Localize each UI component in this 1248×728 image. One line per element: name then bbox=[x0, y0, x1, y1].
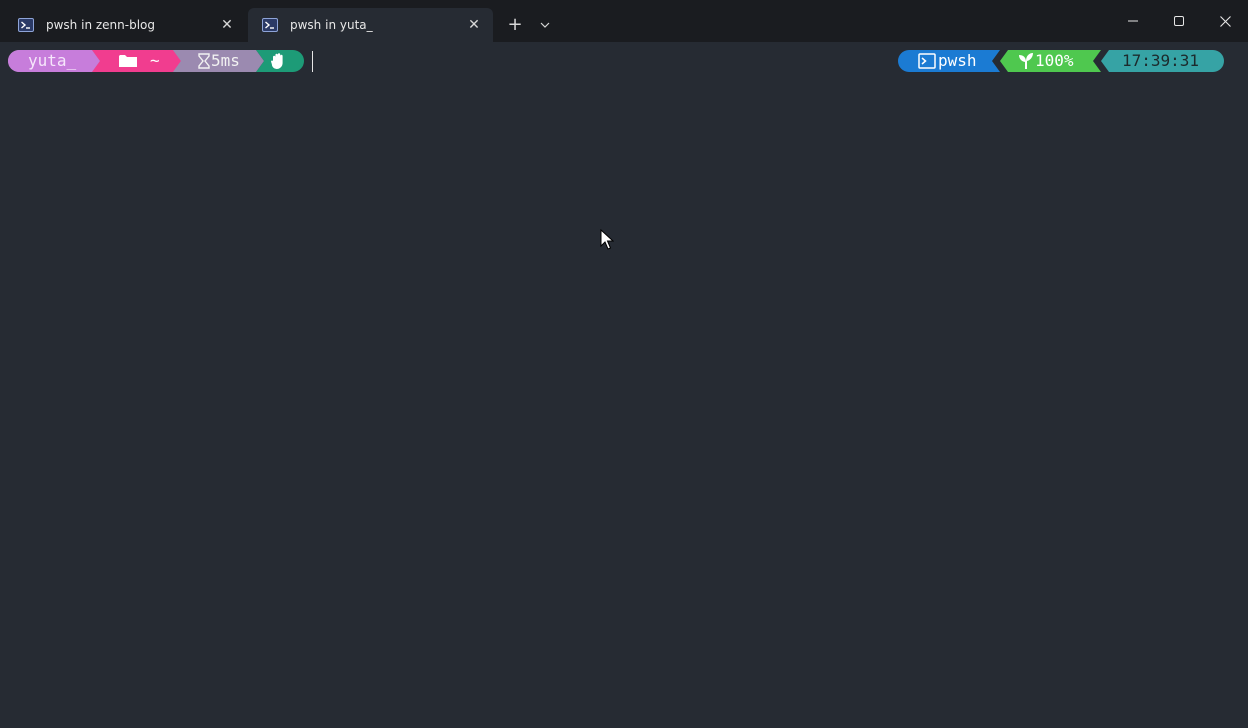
tab-pwsh-zenn-blog[interactable]: pwsh in zenn-blog ✕ bbox=[4, 8, 246, 42]
maximize-icon bbox=[1174, 16, 1184, 26]
hourglass-icon bbox=[198, 50, 210, 72]
text-cursor bbox=[312, 51, 313, 72]
terminal-pane[interactable]: yuta_ ~ 5ms pwsh 100% 17:39:31 bbox=[0, 42, 1248, 728]
terminal-window: pwsh in zenn-blog ✕ pwsh in yuta_ ✕ + yu… bbox=[0, 0, 1248, 728]
folder-icon bbox=[119, 50, 137, 72]
chevron-down-icon[interactable] bbox=[533, 13, 557, 37]
prompt-user: yuta_ bbox=[28, 51, 77, 70]
close-tab-icon[interactable]: ✕ bbox=[459, 17, 489, 33]
tab-title: pwsh in yuta_ bbox=[290, 18, 373, 32]
close-tab-icon[interactable]: ✕ bbox=[212, 17, 242, 33]
minimize-button[interactable] bbox=[1110, 0, 1156, 42]
new-tab-button[interactable]: + bbox=[502, 13, 528, 37]
terminal-icon bbox=[918, 50, 936, 72]
maximize-button[interactable] bbox=[1156, 0, 1202, 42]
tab-title: pwsh in zenn-blog bbox=[46, 18, 155, 32]
close-window-button[interactable] bbox=[1202, 0, 1248, 42]
tab-bar: pwsh in zenn-blog ✕ pwsh in yuta_ ✕ + bbox=[0, 0, 1248, 42]
minimize-icon bbox=[1128, 20, 1138, 22]
prompt-shell: pwsh bbox=[938, 51, 977, 70]
powershell-icon bbox=[18, 17, 34, 33]
prompt-path: ~ bbox=[150, 51, 160, 70]
powershell-icon bbox=[262, 17, 278, 33]
mouse-pointer-icon bbox=[600, 228, 615, 255]
prompt-time: 17:39:31 bbox=[1122, 51, 1200, 70]
sprout-icon bbox=[1018, 50, 1034, 72]
prompt-battery: 100% bbox=[1035, 51, 1074, 70]
tab-pwsh-yuta[interactable]: pwsh in yuta_ ✕ bbox=[248, 8, 493, 42]
status-hand-icon bbox=[270, 50, 286, 72]
prompt-duration: 5ms bbox=[211, 51, 240, 70]
close-icon bbox=[1219, 15, 1231, 27]
